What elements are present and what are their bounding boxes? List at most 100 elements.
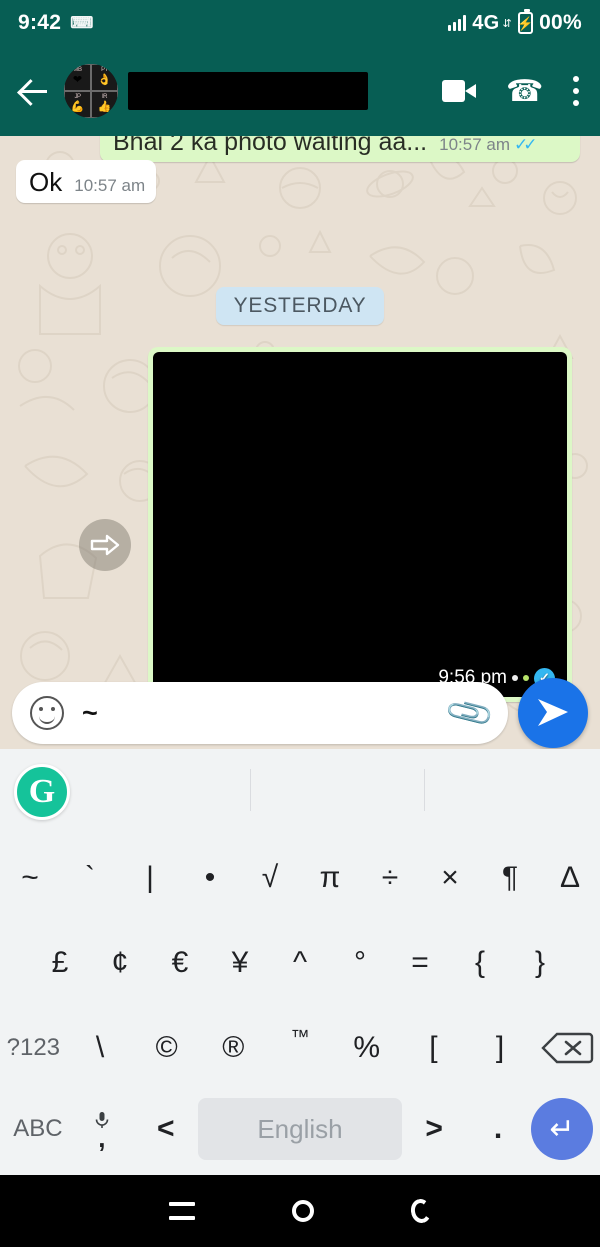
recents-icon[interactable] [168, 1202, 195, 1220]
key-abc[interactable]: ABC [6, 1090, 70, 1168]
key-label: ] [495, 1030, 505, 1064]
on-screen-keyboard[interactable]: G ~ ` | • √ π ÷ × ¶ Δ £ ¢ € ¥ ^ ° = {} … [0, 749, 600, 1175]
message-input-text[interactable]: ~ [82, 698, 432, 729]
network-sub-icon: ⇵ [502, 17, 513, 30]
key-label: • [204, 860, 216, 894]
key-greater-than[interactable]: > [402, 1090, 466, 1168]
key-multiply[interactable]: × [420, 835, 480, 920]
send-button[interactable] [518, 678, 588, 748]
message-input-field[interactable]: ~ 📎 [12, 682, 508, 744]
key-label: ® [222, 1030, 245, 1064]
key-label: € [171, 945, 189, 979]
message-bubble-incoming[interactable]: Ok 10:57 am [16, 160, 157, 204]
key-divide[interactable]: ÷ [360, 835, 420, 920]
contact-name-redacted[interactable] [128, 72, 368, 110]
home-icon[interactable] [291, 1200, 314, 1222]
key-label: × [441, 860, 459, 894]
key-cent[interactable]: ¢ [90, 920, 150, 1005]
enter-return-icon: ↵ [531, 1098, 593, 1160]
key-brace-close[interactable]: } [510, 920, 570, 1005]
avatar-quadrant: JP 💪 [64, 91, 91, 118]
back-arrow-icon[interactable] [14, 71, 54, 111]
key-degree[interactable]: ° [330, 920, 390, 1005]
avatar-quadrant: PT 👌 [91, 64, 118, 91]
paperclip-icon[interactable]: 📎 [443, 686, 497, 740]
key-backspace[interactable] [533, 1005, 600, 1090]
key-delta[interactable]: Δ [540, 835, 600, 920]
keyboard-row-1: ~ ` | • √ π ÷ × ¶ Δ [0, 835, 600, 920]
key-bracket-close[interactable]: ] [467, 1005, 534, 1090]
message-bubble-media[interactable]: 9:56 pm ✓ [148, 347, 572, 703]
key-euro[interactable]: € [150, 920, 210, 1005]
key-pilcrow[interactable]: ¶ [480, 835, 540, 920]
key-label: √ [261, 860, 279, 894]
key-spacebar[interactable]: English [197, 1098, 403, 1160]
grammarly-icon[interactable]: G [14, 764, 70, 820]
overflow-menu-icon[interactable] [573, 76, 580, 106]
key-label: [ [429, 1030, 438, 1064]
key-registered[interactable]: ® [200, 1005, 267, 1090]
key-label: ¢ [111, 945, 129, 979]
key-period[interactable]: . [466, 1090, 530, 1168]
suggestion-divider [250, 769, 251, 811]
key-bullet[interactable]: • [180, 835, 240, 920]
send-icon [538, 699, 568, 726]
android-navigation-bar [0, 1175, 600, 1247]
status-time: 9:42 [18, 11, 62, 34]
avatar[interactable]: MB ❤ PT 👌 JP 💪 IR 👍 [64, 64, 118, 118]
key-label: ^ [292, 945, 308, 979]
key-label: ¥ [231, 945, 249, 979]
key-sqrt[interactable]: √ [240, 835, 300, 920]
avatar-quadrant: MB ❤ [64, 64, 91, 91]
key-backtick[interactable]: ` [60, 835, 120, 920]
voice-call-icon[interactable]: ☎ [506, 74, 543, 109]
battery-charging-icon: ⚡ [517, 9, 534, 34]
media-thumbnail[interactable]: 9:56 pm ✓ [153, 352, 567, 698]
key-backslash[interactable]: \ [67, 1005, 134, 1090]
forward-arrow-icon[interactable] [79, 519, 131, 572]
key-label: } [534, 945, 546, 979]
key-label: © [155, 1030, 178, 1064]
key-label: > [425, 1112, 443, 1145]
key-pi[interactable]: π [300, 835, 360, 920]
key-equals[interactable]: = [390, 920, 450, 1005]
key-caret[interactable]: ^ [270, 920, 330, 1005]
key-label: ` [85, 860, 95, 894]
key-trademark[interactable]: ™ [267, 1005, 334, 1090]
key-pound[interactable]: £ [30, 920, 90, 1005]
message-bubble-outgoing[interactable]: Bhai 2 ka photo waiting aa... 10:57 am ✓… [100, 136, 580, 163]
keyboard-icon: ⌨ [70, 15, 93, 32]
chat-app-bar: MB ❤ PT 👌 JP 💪 IR 👍 ☎ [0, 46, 600, 136]
key-pipe[interactable]: | [120, 835, 180, 920]
key-label: | [146, 860, 154, 894]
key-label: £ [51, 945, 69, 979]
message-meta: 10:57 am ✓✓ [439, 136, 537, 155]
key-brace-open[interactable]: { [450, 920, 510, 1005]
grammarly-letter: G [28, 773, 56, 810]
video-call-icon[interactable] [441, 80, 476, 102]
key-label: ?123 [6, 1033, 61, 1061]
key-tilde[interactable]: ~ [0, 835, 60, 920]
key-bracket-open[interactable]: [ [400, 1005, 467, 1090]
signal-bars-icon [448, 15, 467, 31]
key-comma-mic[interactable]: , [70, 1090, 134, 1168]
key-less-than[interactable]: < [134, 1090, 198, 1168]
key-percent[interactable]: % [333, 1005, 400, 1090]
read-receipt-ticks: ✓✓ [514, 136, 537, 155]
chat-message-list[interactable]: 42 [0, 136, 600, 749]
media-content-area [155, 380, 565, 671]
keyboard-row-2: £ ¢ € ¥ ^ ° = { } [0, 920, 600, 1005]
emoji-smiley-icon[interactable] [30, 696, 64, 730]
forward-arrow-glyph [90, 535, 120, 556]
key-label: { [474, 945, 486, 979]
key-label: \ [95, 1030, 105, 1064]
key-copyright[interactable]: © [133, 1005, 200, 1090]
message-time: 10:57 am [439, 136, 510, 155]
media-message-row: 9:56 pm ✓ [0, 347, 600, 703]
key-label: = [411, 945, 429, 979]
message-input-bar: ~ 📎 [0, 677, 600, 749]
back-icon[interactable] [409, 1197, 434, 1225]
key-enter[interactable]: ↵ [530, 1090, 594, 1168]
key-symbols-123[interactable]: ?123 [0, 1005, 67, 1090]
key-yen[interactable]: ¥ [210, 920, 270, 1005]
